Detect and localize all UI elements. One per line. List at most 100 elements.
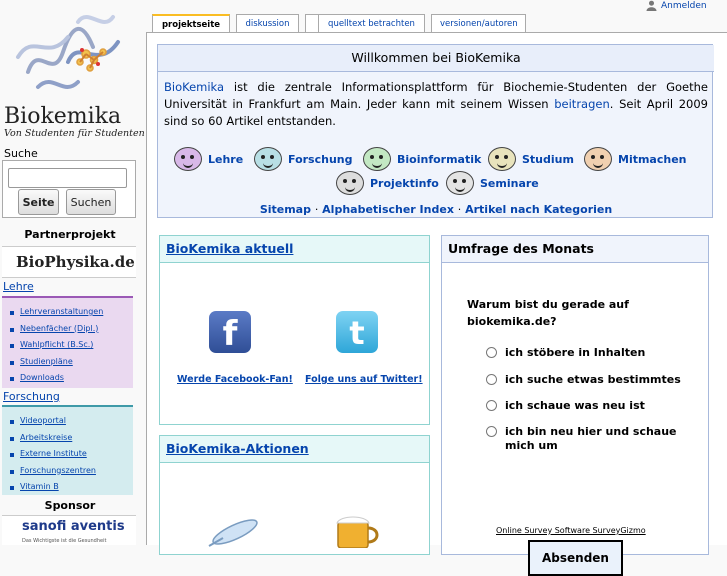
partner-banner[interactable]: BioPhysika.de bbox=[2, 246, 136, 278]
nav-link[interactable]: Forschungszentren bbox=[20, 466, 96, 475]
nav-item[interactable]: Studienpläne bbox=[10, 354, 133, 371]
portal-mitmachen-icon bbox=[584, 147, 612, 171]
actions-panel-header: BioKemika-Aktionen bbox=[160, 436, 429, 463]
portal-label[interactable]: Studium bbox=[522, 153, 574, 166]
poll-panel-title: Umfrage des Monats bbox=[442, 236, 708, 263]
portal-studium[interactable]: Studium bbox=[488, 147, 574, 171]
radio-button[interactable] bbox=[486, 374, 497, 385]
nav-title-forschung[interactable]: Forschung bbox=[3, 390, 60, 403]
sponsor-sub: Das Wichtigste ist die Gesundheit bbox=[22, 538, 107, 544]
nav-link[interactable]: Downloads bbox=[20, 373, 64, 382]
nav-link[interactable]: Lehrveranstaltungen bbox=[20, 307, 103, 316]
site-logo[interactable]: Biokemika Von Studenten für Studenten bbox=[0, 0, 145, 145]
poll-option-label: ich suche etwas bestimmtes bbox=[505, 373, 681, 386]
portal-projektinfo-icon bbox=[336, 171, 364, 195]
nav-link[interactable]: Externe Institute bbox=[20, 449, 87, 458]
portal-bioinformatik[interactable]: Bioinformatik bbox=[363, 147, 481, 171]
nav-link[interactable]: Arbeitskreise bbox=[20, 433, 72, 442]
partner-title: Partnerprojekt bbox=[24, 228, 116, 241]
nav-link[interactable]: Vitamin B bbox=[20, 482, 59, 491]
poll-option[interactable]: ich bin neu hier und schaue mich um bbox=[486, 425, 686, 453]
portal-forschung[interactable]: Forschung bbox=[254, 147, 353, 171]
poll-option[interactable]: ich stöbere in Inhalten bbox=[486, 346, 686, 360]
nav-item[interactable]: Vitamin B bbox=[10, 479, 133, 496]
poll-option-label: ich schaue was neu ist bbox=[505, 399, 645, 412]
portal-label[interactable]: Projektinfo bbox=[370, 177, 439, 190]
nav-link[interactable]: Wahlpflicht (B.Sc.) bbox=[20, 340, 93, 349]
facebook-icon[interactable]: f bbox=[209, 311, 251, 354]
portal-label[interactable]: Bioinformatik bbox=[397, 153, 481, 166]
poll-panel: Umfrage des Monats Warum bist du gerade … bbox=[441, 235, 709, 576]
nav-item[interactable]: Externe Institute bbox=[10, 446, 133, 463]
facebook-link[interactable]: Werde Facebook-Fan! bbox=[177, 374, 293, 385]
logo-tagline: Von Studenten für Studenten bbox=[4, 128, 145, 139]
nav-item[interactable]: Arbeitskreise bbox=[10, 430, 133, 447]
news-panel-header: BioKemika aktuell bbox=[160, 236, 429, 263]
tab-projektseite[interactable]: projektseite bbox=[152, 14, 230, 34]
actions-panel-title[interactable]: BioKemika-Aktionen bbox=[166, 441, 309, 456]
portal-label[interactable]: Forschung bbox=[288, 153, 353, 166]
submit-button[interactable]: Absenden bbox=[528, 540, 623, 576]
main-content: Willkommen bei BioKemika BioKemika ist d… bbox=[146, 32, 727, 576]
nav-link[interactable]: Nebenfächer (Dipl.) bbox=[20, 324, 98, 333]
page-button[interactable]: Seite bbox=[18, 189, 59, 215]
nav-item[interactable]: Lehrveranstaltungen bbox=[10, 304, 133, 321]
search-box: Seite Suchen bbox=[2, 160, 136, 218]
poll-question: Warum bist du gerade auf biokemika.de? bbox=[467, 298, 629, 328]
nav-item[interactable]: Downloads bbox=[10, 370, 133, 387]
nav-item[interactable]: Forschungszentren bbox=[10, 463, 133, 480]
search-heading: Suche bbox=[4, 147, 38, 160]
login-link[interactable]: Anmelden bbox=[646, 0, 707, 11]
nav-item[interactable]: Videoportal bbox=[10, 413, 133, 430]
portal-label[interactable]: Mitmachen bbox=[618, 153, 687, 166]
poll-option[interactable]: ich suche etwas bestimmtes bbox=[486, 373, 686, 387]
portal-label[interactable]: Lehre bbox=[208, 153, 243, 166]
tab-quelltext[interactable]: quelltext betrachten bbox=[318, 14, 425, 33]
portal-lehre[interactable]: Lehre bbox=[174, 147, 243, 171]
molecule-logo-icon bbox=[16, 15, 120, 89]
user-icon bbox=[646, 0, 657, 11]
search-button[interactable]: Suchen bbox=[66, 189, 116, 215]
portal-seminare[interactable]: Seminare bbox=[446, 171, 539, 195]
pipette-icon bbox=[208, 519, 258, 547]
welcome-text: BioKemika ist die zentrale Informationsp… bbox=[164, 79, 708, 130]
sponsor-title: Sponsor bbox=[44, 499, 96, 512]
poll-option-label: ich stöbere in Inhalten bbox=[505, 346, 646, 359]
search-input[interactable] bbox=[8, 168, 127, 188]
alphabetical-index-link[interactable]: Alphabetischer Index bbox=[322, 203, 454, 216]
logo-name: Biokemika bbox=[4, 104, 122, 129]
sitemap-link[interactable]: Sitemap bbox=[260, 203, 311, 216]
partner-name: BioPhysika.de bbox=[16, 253, 135, 271]
news-panel: BioKemika aktuell f t Werde Facebook-Fan… bbox=[159, 235, 430, 425]
radio-button[interactable] bbox=[486, 426, 497, 437]
portal-lehre-icon bbox=[174, 147, 202, 171]
categories-link[interactable]: Artikel nach Kategorien bbox=[465, 203, 612, 216]
contribute-link[interactable]: beitragen bbox=[554, 97, 610, 111]
nav-list-lehre: Lehrveranstaltungen Nebenfächer (Dipl.) … bbox=[2, 296, 133, 388]
portal-forschung-icon bbox=[254, 147, 282, 171]
nav-list-forschung: Videoportal Arbeitskreise Externe Instit… bbox=[2, 405, 133, 495]
portal-projektinfo[interactable]: Projektinfo bbox=[336, 171, 439, 195]
poll-option[interactable]: ich schaue was neu ist bbox=[486, 399, 686, 413]
portal-mitmachen[interactable]: Mitmachen bbox=[584, 147, 687, 171]
nav-link[interactable]: Studienpläne bbox=[20, 357, 73, 366]
nav-item[interactable]: Wahlpflicht (B.Sc.) bbox=[10, 337, 133, 354]
survey-credit-link[interactable]: Online Survey Software SurveyGizmo bbox=[496, 526, 646, 535]
welcome-box: Willkommen bei BioKemika BioKemika ist d… bbox=[157, 44, 714, 218]
poll-option-label: ich bin neu hier und schaue mich um bbox=[505, 425, 677, 452]
portal-label[interactable]: Seminare bbox=[480, 177, 539, 190]
twitter-link[interactable]: Folge uns auf Twitter! bbox=[305, 374, 423, 385]
twitter-icon[interactable]: t bbox=[336, 311, 378, 353]
sponsor-banner[interactable]: sanofi aventis Das Wichtigste ist die Ge… bbox=[2, 515, 136, 545]
nav-item[interactable]: Nebenfächer (Dipl.) bbox=[10, 321, 133, 338]
radio-button[interactable] bbox=[486, 347, 497, 358]
news-panel-title[interactable]: BioKemika aktuell bbox=[166, 241, 293, 256]
nav-title-lehre[interactable]: Lehre bbox=[3, 280, 34, 293]
welcome-links: Sitemap · Alphabetischer Index · Artikel… bbox=[158, 203, 714, 216]
radio-button[interactable] bbox=[486, 400, 497, 411]
brand-link[interactable]: BioKemika bbox=[164, 80, 224, 94]
tab-versionen[interactable]: versionen/autoren bbox=[431, 14, 526, 33]
sponsor-name: sanofi aventis bbox=[22, 519, 125, 534]
nav-link[interactable]: Videoportal bbox=[20, 416, 66, 425]
tab-diskussion[interactable]: diskussion bbox=[236, 14, 299, 33]
